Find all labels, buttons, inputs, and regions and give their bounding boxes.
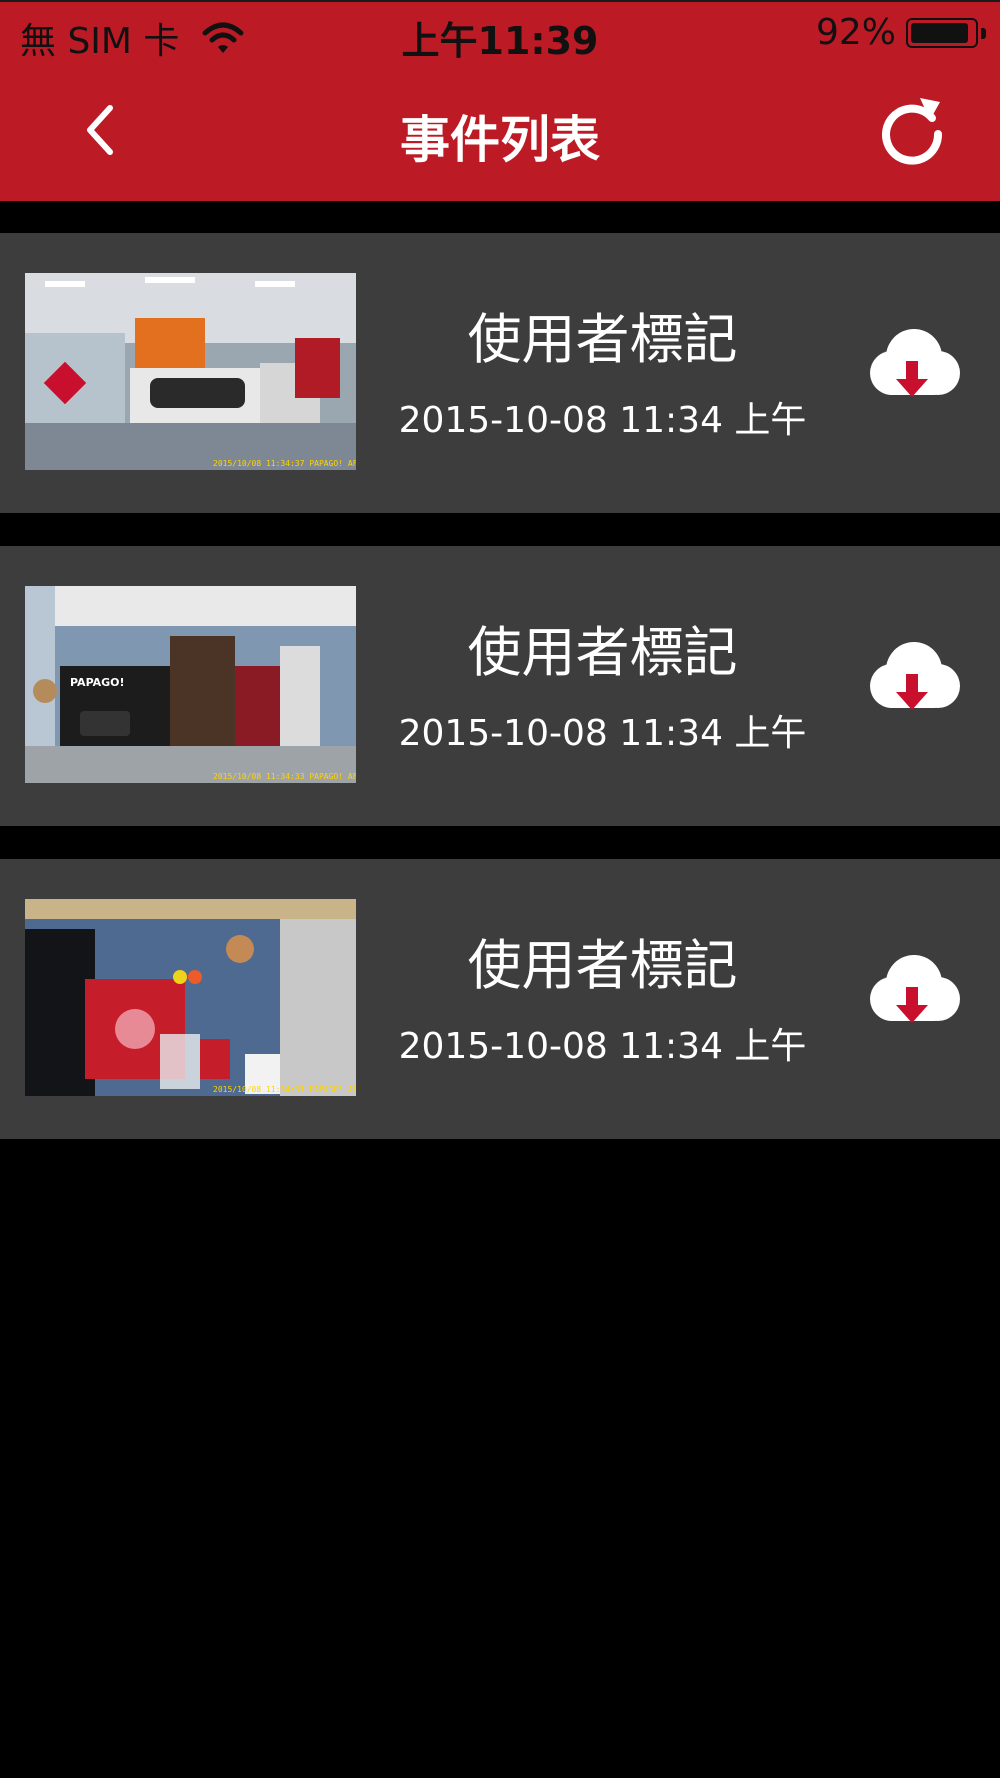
event-title: 使用者標記 <box>467 621 738 684</box>
thumbnail-timestamp: 2015/10/08 11:34:33 PAPAGO! AF <box>213 772 356 781</box>
refresh-icon <box>882 98 943 165</box>
status-right: 92% <box>816 12 986 53</box>
event-title: 使用者標記 <box>467 934 738 997</box>
event-item[interactable]: 2015/10/08 11:34:31 PAPAGO! AF 使用者標記 201… <box>0 859 1000 1139</box>
app-header: 無 SIM 卡 上午11:39 92% 事件列表 <box>0 0 1000 201</box>
thumbnail-timestamp: 2015/10/08 11:34:37 PAPAGO! AF <box>213 459 356 468</box>
download-button[interactable] <box>862 636 962 726</box>
box-label: PAPAGO! <box>70 676 125 689</box>
event-item[interactable]: 2015/10/08 11:34:37 PAPAGO! AF 使用者標記 201… <box>0 233 1000 513</box>
event-thumbnail: PAPAGO! 2015/10/08 11:34:33 PAPAGO! AF <box>25 586 356 783</box>
cloud-download-icon <box>870 642 960 710</box>
event-item[interactable]: PAPAGO! 2015/10/08 11:34:33 PAPAGO! AF 使… <box>0 546 1000 826</box>
event-time: 2015-10-08 11:34 上午 <box>398 1026 807 1067</box>
event-thumbnail: 2015/10/08 11:34:31 PAPAGO! AF <box>25 899 356 1096</box>
cloud-download-icon <box>870 955 960 1023</box>
download-button[interactable] <box>862 323 962 413</box>
download-button[interactable] <box>862 949 962 1039</box>
battery-fill <box>911 22 969 43</box>
cloud-download-icon <box>870 329 960 397</box>
battery-icon <box>906 16 986 50</box>
thumbnail-timestamp: 2015/10/08 11:34:31 PAPAGO! AF <box>213 1085 356 1094</box>
event-title: 使用者標記 <box>467 308 738 371</box>
refresh-button[interactable] <box>874 92 950 168</box>
battery-percent: 92% <box>815 12 896 53</box>
event-thumbnail: 2015/10/08 11:34:37 PAPAGO! AF <box>25 273 356 470</box>
page-title: 事件列表 <box>400 111 600 169</box>
status-bar: 無 SIM 卡 上午11:39 92% <box>0 2 1000 68</box>
event-time: 2015-10-08 11:34 上午 <box>398 400 807 441</box>
nav-bar: 事件列表 <box>0 72 1000 202</box>
event-time: 2015-10-08 11:34 上午 <box>398 713 807 754</box>
event-list: 2015/10/08 11:34:37 PAPAGO! AF 使用者標記 201… <box>0 233 1000 1172</box>
